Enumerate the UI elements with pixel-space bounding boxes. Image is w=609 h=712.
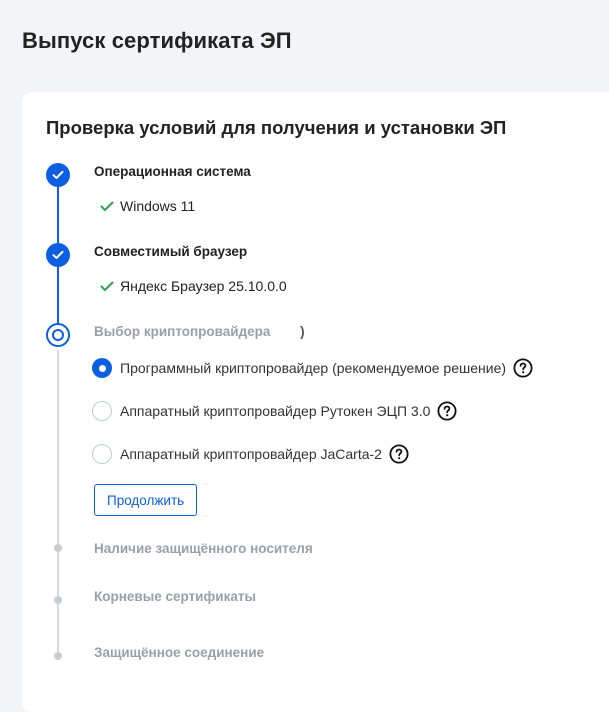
continue-button[interactable]: Продолжить — [94, 484, 198, 516]
checkmark-icon — [100, 281, 114, 291]
os-result: Windows 11 — [100, 198, 195, 214]
question-circle-icon[interactable] — [513, 358, 533, 378]
step-current-icon — [46, 323, 70, 347]
step-browser-label: Совместимый браузер — [94, 244, 248, 259]
radio-checked[interactable] — [92, 358, 112, 378]
step-done-icon — [46, 243, 70, 267]
crypto-option-rutoken[interactable]: Аппаратный криптопровайдер Рутокен ЭЦП 3… — [92, 401, 457, 421]
card-title: Проверка условий для получения и установ… — [46, 117, 507, 138]
crypto-option-jacarta[interactable]: Аппаратный криптопровайдер JaCarta-2 — [92, 444, 409, 464]
crypto-option-label[interactable]: Аппаратный криптопровайдер JaCarta-2 — [120, 446, 382, 462]
question-circle-icon[interactable] — [437, 401, 457, 421]
step-pending-dot — [54, 652, 62, 660]
browser-result-text: Яндекс Браузер 25.10.0.0 — [120, 278, 287, 294]
step-pending-dot — [54, 544, 62, 552]
step-root-certs-label: Корневые сертификаты — [94, 589, 256, 604]
step-os-label: Операционная система — [94, 164, 251, 179]
crypto-option-label[interactable]: Программный криптопровайдер (рекомендуем… — [120, 360, 506, 376]
step-done-icon — [46, 163, 70, 187]
question-circle-icon[interactable] — [389, 444, 409, 464]
check-icon — [52, 170, 64, 179]
progress-line-pending — [57, 350, 59, 660]
conditions-card: Проверка условий для получения и установ… — [22, 92, 609, 712]
step-secure-connection-label: Защищённое соединение — [94, 645, 265, 660]
step-crypto-label-text: Выбор криптопровайдера — [94, 324, 271, 339]
check-icon — [52, 250, 64, 259]
crypto-option-software[interactable]: Программный криптопровайдер (рекомендуем… — [92, 358, 533, 378]
step-crypto-label: Выбор криптопровайдера ) — [94, 324, 305, 339]
step-pending-dot — [54, 596, 62, 604]
browser-result: Яндекс Браузер 25.10.0.0 — [100, 278, 287, 294]
step-crypto-suffix: ) — [300, 324, 305, 339]
checkmark-icon — [100, 201, 114, 211]
step-secure-media-label: Наличие защищённого носителя — [94, 541, 313, 556]
os-result-text: Windows 11 — [120, 198, 196, 214]
radio-unchecked[interactable] — [92, 401, 112, 421]
crypto-option-label[interactable]: Аппаратный криптопровайдер Рутокен ЭЦП 3… — [120, 403, 430, 419]
radio-unchecked[interactable] — [92, 444, 112, 464]
page-title: Выпуск сертификата ЭП — [22, 28, 292, 53]
